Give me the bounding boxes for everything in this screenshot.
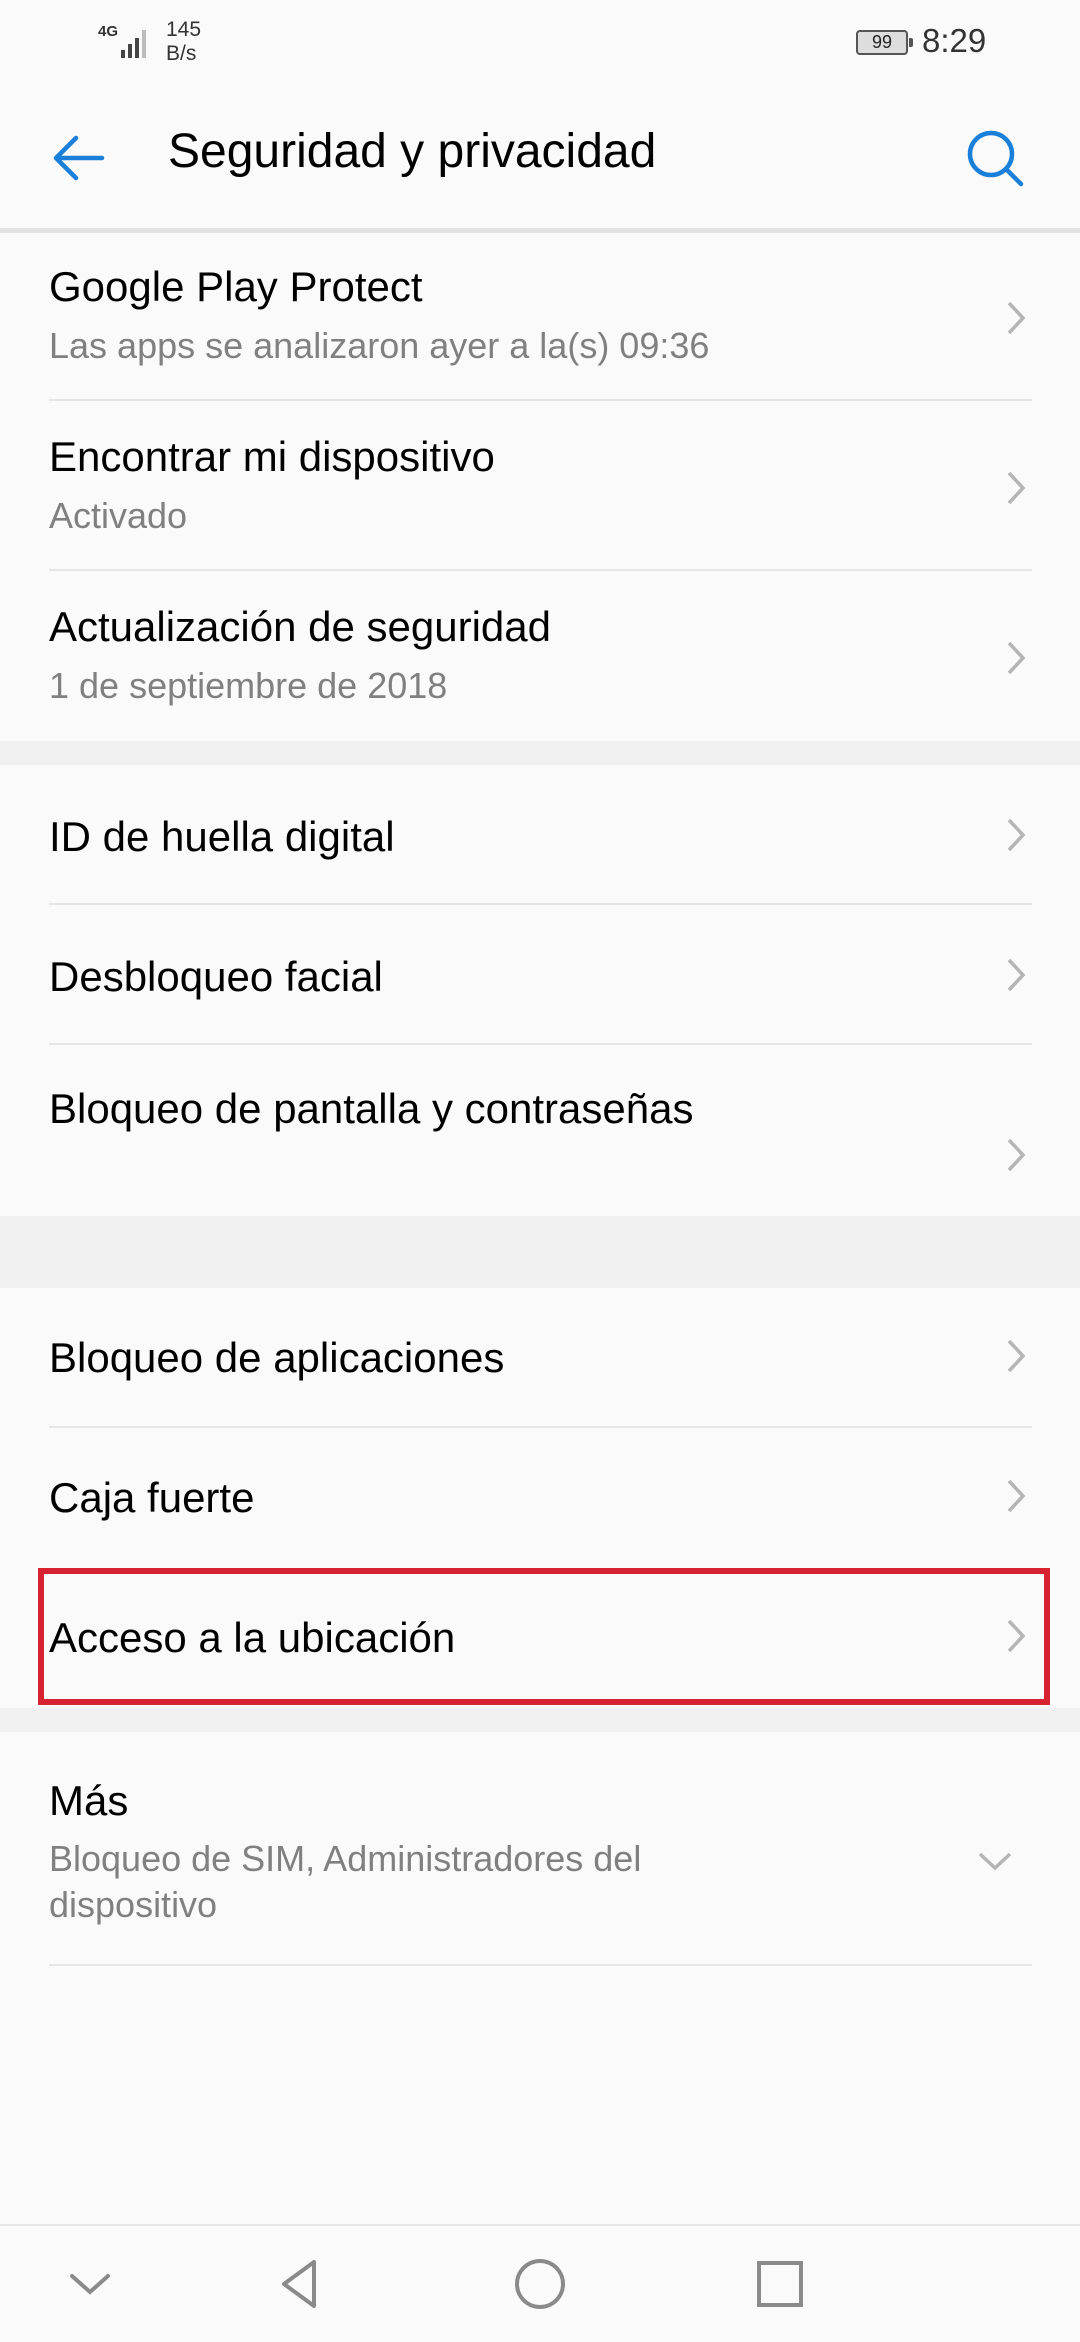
item-subtitle: Las apps se analizaron ayer a la(s) 09:3…	[49, 325, 710, 366]
item-title: Encontrar mi dispositivo	[49, 433, 495, 480]
highlight-box	[38, 1568, 1050, 1705]
chevron-right-icon	[1007, 1138, 1026, 1172]
group-more: Más Bloqueo de SIM, Administradores del …	[0, 1732, 1080, 1972]
list-item-security-update[interactable]: Actualización de seguridad 1 de septiemb…	[0, 573, 1080, 741]
chevron-right-icon	[1007, 1339, 1026, 1373]
back-triangle-icon[interactable]	[270, 2254, 330, 2314]
item-subtitle: Activado	[49, 495, 188, 536]
chevron-down-icon[interactable]	[60, 2254, 120, 2314]
list-item-face-unlock[interactable]: Desbloqueo facial	[0, 905, 1080, 1045]
item-subtitle: Bloqueo de SIM, Administradores del disp…	[49, 1838, 642, 1925]
section-gap	[0, 1216, 1080, 1288]
chevron-down-icon	[978, 1852, 1012, 1871]
divider	[49, 399, 1032, 401]
list-item-app-lock[interactable]: Bloqueo de aplicaciones	[0, 1288, 1080, 1428]
chevron-right-icon	[1007, 641, 1026, 675]
item-title: Google Play Protect	[49, 263, 423, 310]
group-unlock: ID de huella digital Desbloqueo facial B…	[0, 765, 1080, 1216]
list-item-more[interactable]: Más Bloqueo de SIM, Administradores del …	[0, 1732, 1080, 1968]
app-bar: Seguridad y privacidad	[0, 90, 1080, 233]
recents-square-icon[interactable]	[750, 2254, 810, 2314]
system-nav-bar	[0, 2224, 1080, 2342]
list-item-screen-lock[interactable]: Bloqueo de pantalla y contraseñas	[0, 1045, 1080, 1216]
section-gap	[0, 1708, 1080, 1732]
arrow-left-icon[interactable]	[40, 118, 120, 198]
network-type: 4G	[98, 23, 119, 40]
divider	[49, 1964, 1032, 1966]
item-title: Actualización de seguridad	[49, 603, 551, 650]
search-icon[interactable]	[955, 118, 1035, 198]
battery-icon: 99	[856, 30, 913, 55]
item-subtitle: 1 de septiembre de 2018	[49, 665, 448, 706]
list-item-safe[interactable]: Caja fuerte	[0, 1428, 1080, 1568]
list-item-find-my-device[interactable]: Encontrar mi dispositivo Activado	[0, 403, 1080, 573]
section-gap	[0, 741, 1080, 765]
item-title: Desbloqueo facial	[49, 953, 383, 1000]
chevron-right-icon	[1007, 301, 1026, 335]
chevron-right-icon	[1007, 818, 1026, 852]
chevron-right-icon	[1007, 1479, 1026, 1513]
list-item-fingerprint-id[interactable]: ID de huella digital	[0, 765, 1080, 905]
divider	[49, 569, 1032, 571]
page-title: Seguridad y privacidad	[168, 125, 657, 178]
list-item-google-play-protect[interactable]: Google Play Protect Las apps se analizar…	[0, 233, 1080, 403]
item-title: ID de huella digital	[49, 813, 395, 860]
clock: 8:29	[922, 22, 987, 59]
item-title: Bloqueo de pantalla y contraseñas	[49, 1085, 694, 1132]
chevron-right-icon	[1007, 958, 1026, 992]
network-speed-unit: B/s	[166, 42, 197, 65]
network-speed: 145 B/s	[166, 18, 201, 66]
chevron-right-icon	[1007, 471, 1026, 505]
home-circle-icon[interactable]	[510, 2254, 570, 2314]
network-speed-value: 145	[166, 18, 202, 41]
item-title: Caja fuerte	[49, 1474, 255, 1521]
status-bar: 4G 145 B/s 99 8:29	[0, 0, 1080, 90]
item-title: Bloqueo de aplicaciones	[49, 1334, 505, 1381]
group-security-status: Google Play Protect Las apps se analizar…	[0, 233, 1080, 741]
item-title: Más	[49, 1777, 129, 1824]
